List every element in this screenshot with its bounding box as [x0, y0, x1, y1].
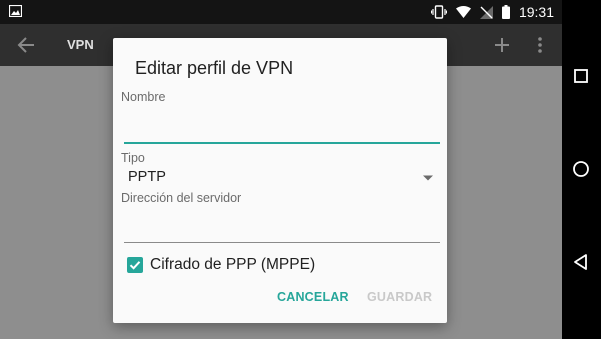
android-screen: 19:31 VPN Editar perfil de VPN Nombre Ti… — [0, 0, 562, 339]
more-vert-icon[interactable] — [533, 35, 547, 55]
add-icon[interactable] — [492, 35, 512, 55]
server-address-input[interactable] — [124, 208, 440, 243]
save-button[interactable]: GUARDAR — [363, 288, 436, 306]
wifi-icon — [455, 6, 471, 18]
dialog-title: Editar perfil de VPN — [135, 58, 294, 78]
image-notification-icon — [9, 5, 22, 17]
recents-icon[interactable] — [571, 66, 591, 86]
name-label: Nombre — [121, 90, 166, 104]
back-arrow-icon[interactable] — [16, 35, 36, 55]
type-label: Tipo — [121, 151, 145, 165]
home-icon[interactable] — [571, 159, 591, 179]
type-value: PPTP — [128, 169, 166, 185]
name-input[interactable] — [124, 108, 440, 144]
back-icon[interactable] — [571, 252, 591, 272]
navigation-bar — [562, 0, 601, 339]
encryption-label: Cifrado de PPP (MPPE) — [150, 256, 316, 273]
no-signal-icon — [479, 5, 493, 19]
edit-vpn-profile-dialog: Editar perfil de VPN Nombre Tipo PPTP Di… — [113, 38, 447, 323]
app-bar-title: VPN — [67, 37, 94, 52]
type-select[interactable]: PPTP — [121, 168, 437, 188]
status-bar: 19:31 — [0, 0, 562, 24]
dropdown-arrow-icon — [423, 175, 433, 181]
server-address-label: Dirección del servidor — [121, 191, 242, 205]
vibrate-icon — [430, 5, 447, 19]
battery-icon — [501, 5, 510, 19]
check-icon — [129, 261, 141, 270]
status-time: 19:31 — [518, 4, 554, 20]
encryption-option[interactable]: Cifrado de PPP (MPPE) — [127, 255, 315, 275]
status-icons: 19:31 — [430, 0, 554, 24]
cancel-button[interactable]: CANCELAR — [273, 288, 353, 306]
encryption-checkbox[interactable] — [127, 257, 143, 273]
